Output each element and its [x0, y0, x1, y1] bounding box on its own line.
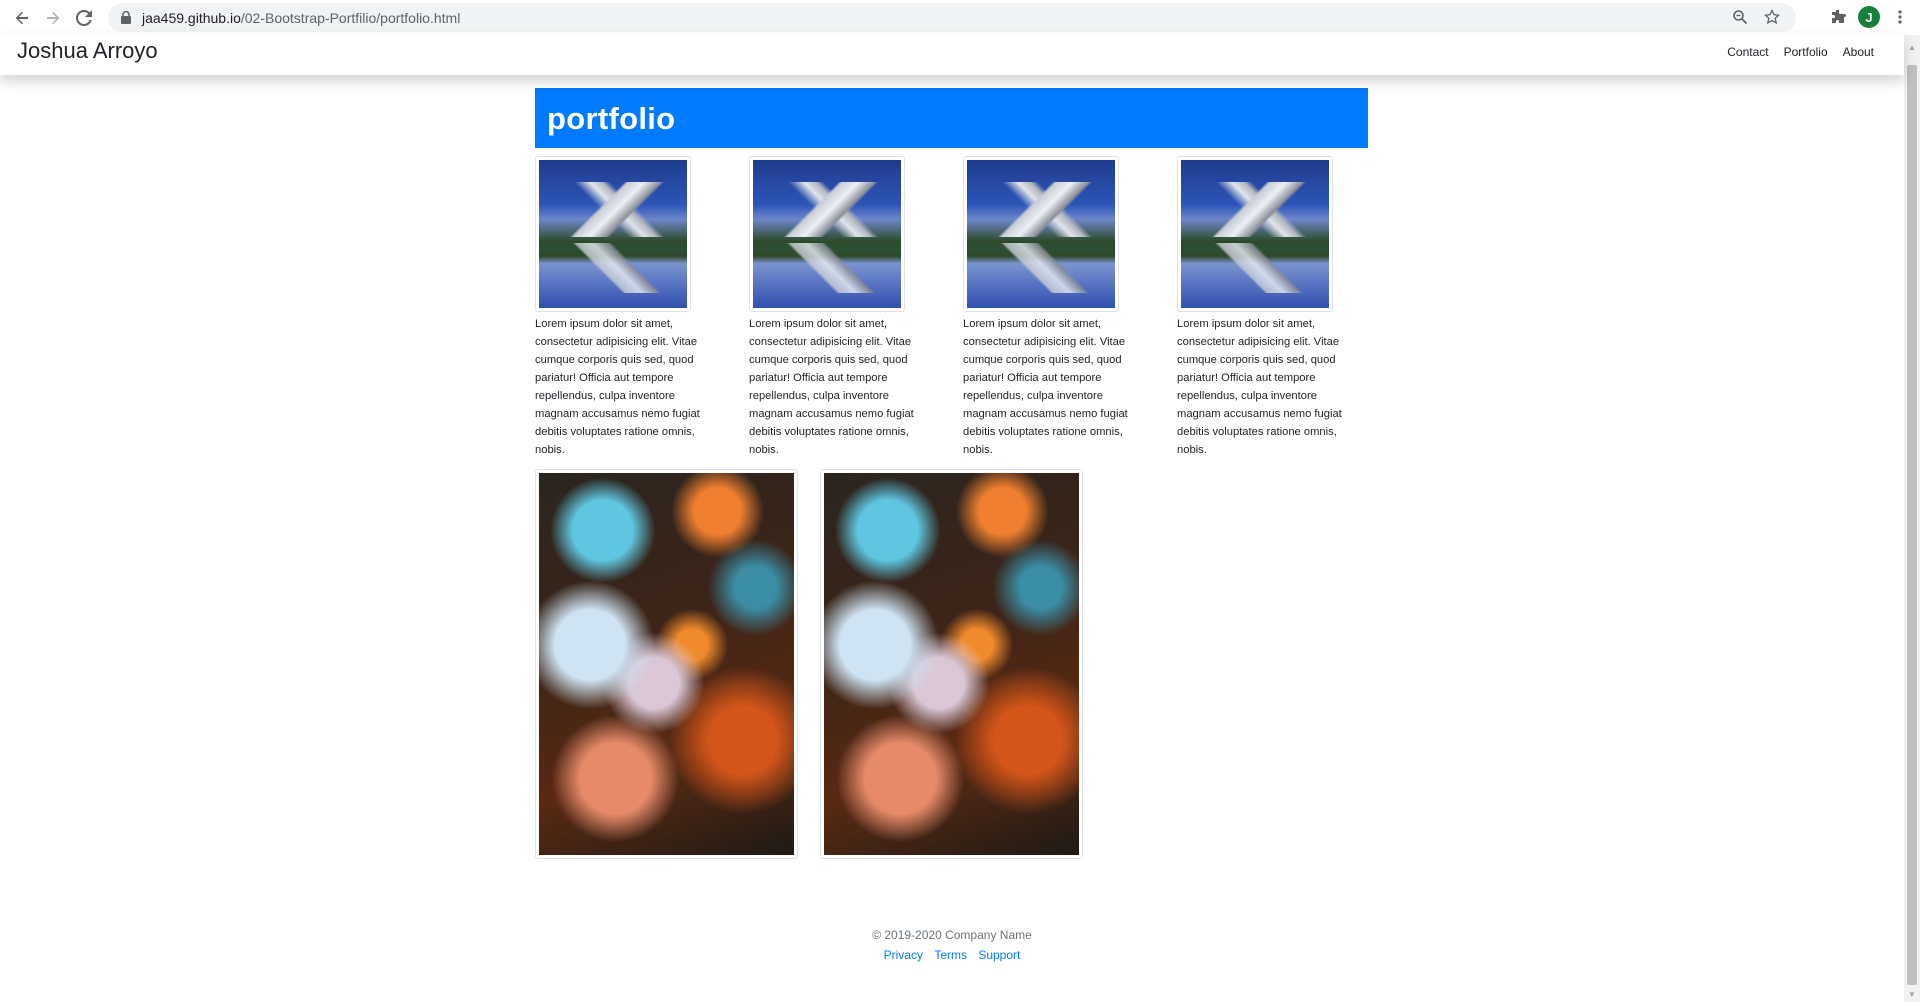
- mountain-lake-image: [539, 160, 687, 308]
- portfolio-card: Lorem ipsum dolor sit amet, consectetur …: [1177, 156, 1342, 459]
- card-text: Lorem ipsum dolor sit amet, consectetur …: [1177, 318, 1342, 456]
- page-scrollbar[interactable]: ▲ ▼: [1904, 35, 1920, 1002]
- page-title: portfolio: [547, 101, 676, 136]
- portfolio-card: Lorem ipsum dolor sit amet, consectetur …: [963, 156, 1128, 459]
- address-bar[interactable]: jaa459.github.io/02-Bootstrap-Portfilio/…: [108, 3, 1796, 32]
- site-footer: © 2019-2020 Company Name Privacy Terms S…: [0, 928, 1904, 962]
- portfolio-card: Lorem ipsum dolor sit amet, consectetur …: [749, 156, 914, 459]
- thumbnail-frame: [535, 156, 691, 312]
- url-text[interactable]: jaa459.github.io/02-Bootstrap-Portfilio/…: [142, 10, 460, 26]
- scroll-up-arrow-icon[interactable]: ▲: [1907, 43, 1917, 53]
- url-path: /02-Bootstrap-Portfilio/portfolio.html: [240, 9, 461, 26]
- nav-link-portfolio[interactable]: Portfolio: [1784, 45, 1828, 59]
- nav-links: Contact Portfolio About: [1712, 45, 1874, 59]
- back-arrow-icon[interactable]: [11, 7, 33, 29]
- footer-link-privacy[interactable]: Privacy: [884, 948, 923, 962]
- copyright-text: © 2019-2020 Company Name: [872, 928, 1032, 942]
- card-text: Lorem ipsum dolor sit amet, consectetur …: [963, 318, 1128, 456]
- nav-link-contact[interactable]: Contact: [1727, 45, 1768, 59]
- card-text: Lorem ipsum dolor sit amet, consectetur …: [749, 318, 914, 456]
- site-brand[interactable]: Joshua Arroyo: [17, 38, 158, 64]
- nav-link-about[interactable]: About: [1843, 45, 1874, 59]
- footer-link-support[interactable]: Support: [978, 948, 1020, 962]
- lock-icon[interactable]: [120, 11, 132, 25]
- footer-link-terms[interactable]: Terms: [934, 948, 967, 962]
- mountain-lake-image: [753, 160, 901, 308]
- tall-image-frame: [820, 469, 1083, 859]
- reload-icon[interactable]: [73, 7, 95, 29]
- url-host: jaa459.github.io: [142, 9, 241, 26]
- blossom-image: [539, 473, 794, 855]
- thumbnail-frame: [1177, 156, 1333, 312]
- scroll-down-arrow-icon[interactable]: ▼: [1907, 990, 1917, 1000]
- portfolio-card: Lorem ipsum dolor sit amet, consectetur …: [535, 156, 700, 459]
- thumbnail-frame: [749, 156, 905, 312]
- zoom-icon[interactable]: [1730, 7, 1750, 27]
- mountain-lake-image: [1181, 160, 1329, 308]
- browser-toolbar: jaa459.github.io/02-Bootstrap-Portfilio/…: [0, 0, 1920, 35]
- portfolio-header: portfolio: [535, 88, 1368, 148]
- forward-arrow-icon[interactable]: [42, 7, 64, 29]
- blossom-image: [824, 473, 1079, 855]
- profile-avatar[interactable]: J: [1858, 6, 1880, 28]
- chrome-menu-icon[interactable]: [1890, 7, 1910, 27]
- mountain-lake-image: [967, 160, 1115, 308]
- card-text: Lorem ipsum dolor sit amet, consectetur …: [535, 318, 700, 456]
- footer-links: Privacy Terms Support: [0, 948, 1904, 962]
- bookmark-star-icon[interactable]: [1762, 7, 1782, 27]
- tall-image-frame: [535, 469, 798, 859]
- site-navbar: Joshua Arroyo Contact Portfolio About: [0, 35, 1904, 75]
- scroll-thumb[interactable]: [1907, 65, 1917, 985]
- extensions-puzzle-icon[interactable]: [1828, 7, 1848, 27]
- thumbnail-frame: [963, 156, 1119, 312]
